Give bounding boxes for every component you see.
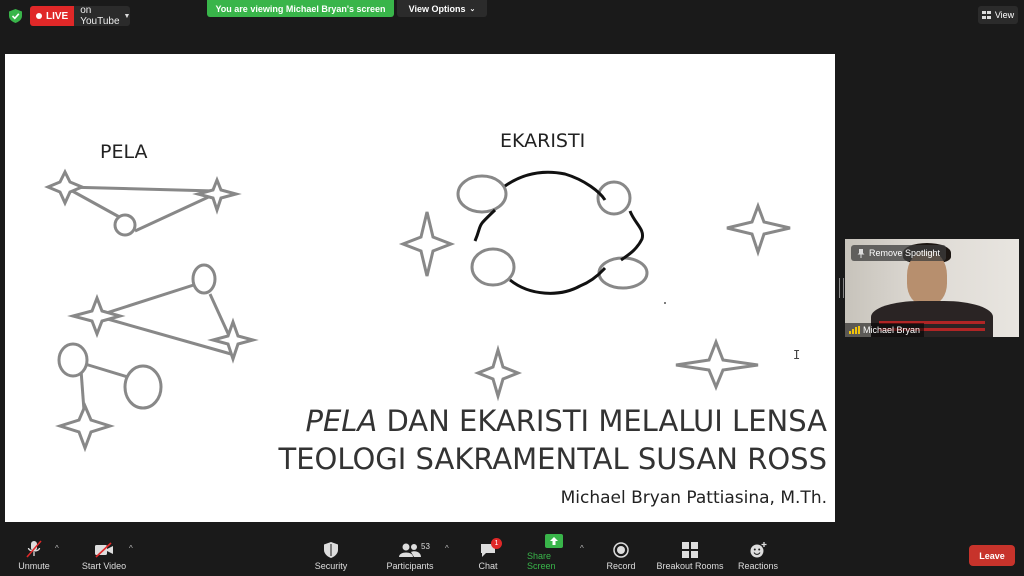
video-camera-off-icon bbox=[95, 542, 113, 558]
view-options-label: View Options bbox=[408, 3, 466, 14]
sparkle-star-shape bbox=[726, 201, 791, 257]
start-video-button[interactable]: Start Video bbox=[80, 532, 128, 576]
remove-spotlight-label: Remove Spotlight bbox=[869, 248, 941, 258]
security-button[interactable]: Security bbox=[311, 532, 351, 576]
breakout-rooms-button[interactable]: Breakout Rooms bbox=[656, 532, 724, 576]
sparkle-star-shape bbox=[55, 402, 115, 453]
reactions-button[interactable]: Reactions bbox=[738, 532, 778, 576]
security-label: Security bbox=[314, 561, 348, 571]
record-icon bbox=[613, 542, 629, 558]
share-screen-button[interactable]: Share Screen bbox=[527, 532, 581, 576]
title-line-1-rest: DAN EKARISTI MELALUI LENSA bbox=[377, 404, 827, 438]
chat-unread-badge: 1 bbox=[491, 538, 502, 549]
record-label: Record bbox=[606, 561, 636, 571]
participant-video[interactable]: Remove Spotlight Michael Bryan bbox=[845, 239, 1019, 337]
chevron-up-icon[interactable]: ^ bbox=[445, 544, 449, 553]
breakout-rooms-label: Breakout Rooms bbox=[656, 561, 724, 571]
view-options-button[interactable]: View Options ⌄ bbox=[397, 0, 487, 17]
slide-title-line-1: PELA DAN EKARISTI MELALUI LENSA bbox=[305, 404, 827, 438]
live-dot-icon bbox=[36, 13, 42, 19]
resize-handle[interactable] bbox=[839, 278, 844, 298]
circle-shape bbox=[191, 263, 217, 295]
circle-shape bbox=[123, 364, 163, 410]
view-label: View bbox=[994, 10, 1015, 20]
chevron-up-icon[interactable]: ^ bbox=[129, 544, 133, 553]
participants-label: Participants bbox=[386, 561, 434, 571]
circle-shape bbox=[456, 174, 508, 214]
ekaristi-label: EKARISTI bbox=[500, 130, 586, 152]
meeting-toolbar: Unmute ^ Start Video ^ Security Particip… bbox=[0, 532, 1024, 576]
start-video-label: Start Video bbox=[81, 561, 127, 571]
live-stream-button[interactable]: LIVE on YouTube ▼ bbox=[30, 5, 131, 27]
viewing-screen-banner: You are viewing Michael Bryan's screen bbox=[207, 0, 394, 17]
live-destination: on YouTube bbox=[80, 5, 120, 27]
unmute-label: Unmute bbox=[18, 561, 50, 571]
chevron-down-icon: ⌄ bbox=[469, 5, 476, 13]
signal-bars-icon bbox=[849, 326, 860, 334]
reactions-label: Reactions bbox=[737, 561, 779, 571]
sparkle-star-shape bbox=[207, 317, 259, 364]
unmute-button[interactable]: Unmute bbox=[14, 532, 54, 576]
circle-shape bbox=[597, 256, 649, 290]
view-button[interactable]: View bbox=[978, 6, 1018, 24]
sparkle-star-shape bbox=[398, 211, 456, 277]
circle-shape bbox=[470, 247, 516, 287]
pin-icon bbox=[857, 248, 865, 258]
participants-icon bbox=[399, 543, 421, 557]
shield-icon bbox=[324, 542, 338, 558]
chevron-up-icon[interactable]: ^ bbox=[55, 544, 59, 553]
circle-shape bbox=[57, 342, 89, 378]
share-screen-label: Share Screen bbox=[527, 551, 556, 571]
sparkle-star-shape bbox=[675, 337, 759, 391]
chat-label: Chat bbox=[478, 561, 498, 571]
leave-button[interactable]: Leave bbox=[969, 545, 1015, 566]
sparkle-star-shape bbox=[67, 293, 126, 339]
chat-button[interactable]: Chat bbox=[470, 532, 506, 576]
chevron-up-icon[interactable]: ^ bbox=[580, 544, 584, 553]
shield-check-icon[interactable] bbox=[9, 9, 22, 23]
slide-title-line-2: TEOLOGI SAKRAMENTAL SUSAN ROSS bbox=[278, 442, 827, 476]
sparkle-star-shape bbox=[192, 175, 242, 215]
smiley-add-icon bbox=[750, 542, 767, 558]
record-button[interactable]: Record bbox=[603, 532, 639, 576]
sparkle-star-shape bbox=[473, 344, 523, 402]
participants-count: 53 bbox=[421, 542, 430, 551]
remove-spotlight-button[interactable]: Remove Spotlight bbox=[851, 245, 947, 261]
circle-shape bbox=[113, 213, 137, 237]
microphone-muted-icon bbox=[26, 540, 42, 558]
title-italic-word: PELA bbox=[305, 404, 378, 438]
pela-label: PELA bbox=[100, 141, 148, 163]
shared-screen-slide: PELA EKARISTI PELA DAN EKARISTI MELALUI … bbox=[5, 54, 835, 522]
chevron-down-icon: ▼ bbox=[123, 12, 131, 20]
top-bar: LIVE on YouTube ▼ You are viewing Michae… bbox=[0, 0, 1024, 32]
participant-name-tag: Michael Bryan bbox=[845, 323, 925, 337]
slide-author: Michael Bryan Pattiasina, M.Th. bbox=[560, 488, 827, 508]
breakout-rooms-icon bbox=[682, 542, 698, 558]
text-cursor-icon: I bbox=[793, 348, 801, 362]
participants-button[interactable]: Participants bbox=[385, 532, 435, 576]
share-screen-icon bbox=[545, 534, 563, 548]
participant-name: Michael Bryan bbox=[863, 325, 921, 335]
sparkle-star-shape bbox=[44, 168, 86, 207]
live-badge: LIVE bbox=[30, 6, 75, 26]
grid-view-icon bbox=[981, 11, 991, 19]
